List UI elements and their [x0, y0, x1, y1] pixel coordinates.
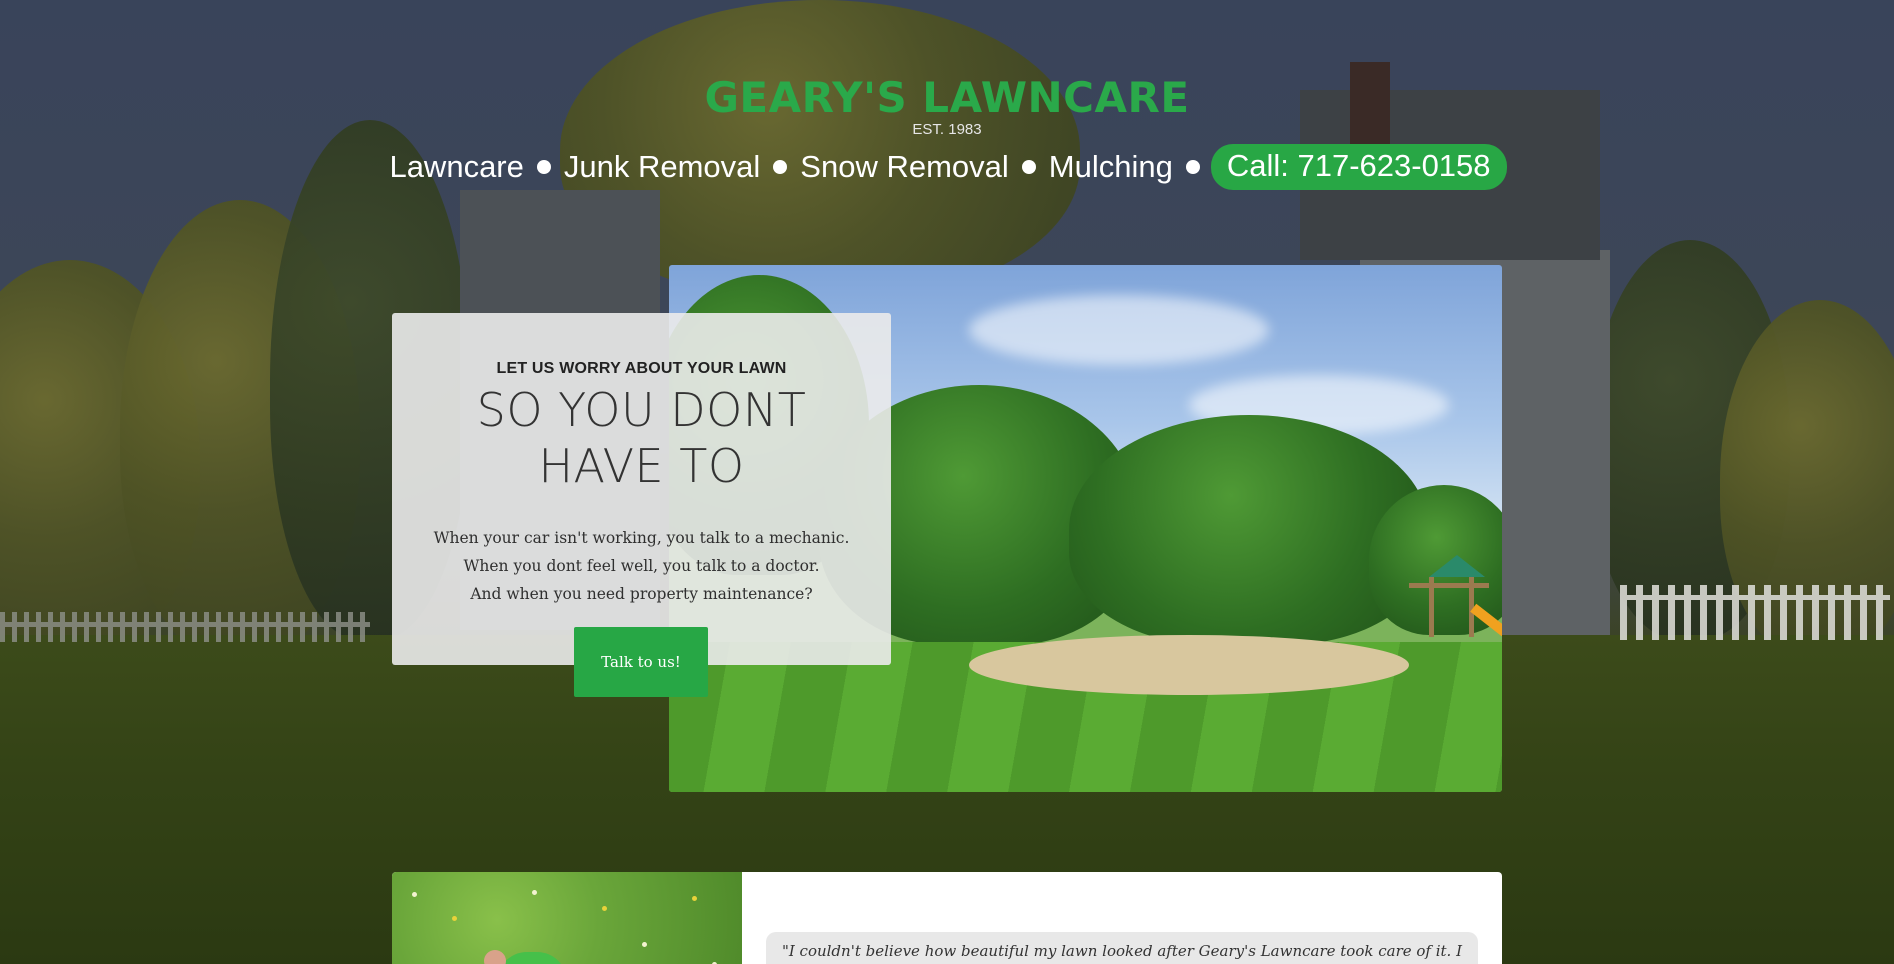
- hero-body-line: When you dont feel well, you talk to a d…: [463, 557, 820, 575]
- flower: [532, 890, 537, 895]
- hero-body-line: And when you need property maintenance?: [470, 585, 813, 603]
- hero-card: LET US WORRY ABOUT YOUR LAWN SO YOU DONT…: [392, 313, 891, 697]
- testimonial-quote: "I couldn't believe how beautiful my law…: [781, 942, 1463, 960]
- flower: [692, 896, 697, 901]
- testimonial-section: "I couldn't believe how beautiful my law…: [392, 872, 1502, 964]
- established-year: EST. 1983: [912, 121, 982, 138]
- photo-cloud: [969, 295, 1269, 365]
- fence: [1620, 585, 1890, 640]
- flower: [642, 942, 647, 947]
- site-header: GEARY'S LAWNCARE EST. 1983 Lawncare Junk…: [0, 72, 1894, 190]
- fence: [0, 612, 370, 642]
- mulch-bed: [969, 635, 1409, 695]
- hero-heading: SO YOU DONT HAVE TO: [476, 383, 807, 493]
- bullet-separator: [1185, 160, 1200, 174]
- nav-item-mulching[interactable]: Mulching: [1047, 149, 1175, 185]
- person-head: [484, 950, 506, 964]
- flower: [412, 892, 417, 897]
- hero-body-line: When your car isn't working, you talk to…: [433, 529, 850, 547]
- person: [497, 952, 567, 964]
- call-phone-button[interactable]: Call: 717-623-0158: [1210, 144, 1507, 190]
- talk-to-us-button[interactable]: Talk to us!: [574, 627, 708, 697]
- bullet-separator: [773, 160, 788, 174]
- nav-item-snow-removal[interactable]: Snow Removal: [798, 149, 1010, 185]
- testimonial-photo: [392, 872, 742, 964]
- nav-item-junk-removal[interactable]: Junk Removal: [562, 149, 762, 185]
- main-nav: Lawncare Junk Removal Snow Removal Mulch…: [0, 144, 1894, 190]
- hero-body: When your car isn't working, you talk to…: [392, 524, 891, 608]
- flower: [602, 906, 607, 911]
- bullet-separator: [536, 160, 551, 174]
- bullet-separator: [1021, 160, 1036, 174]
- nav-item-lawncare[interactable]: Lawncare: [387, 149, 525, 185]
- brand-title[interactable]: GEARY'S LAWNCARE: [0, 72, 1894, 124]
- hero-kicker: LET US WORRY ABOUT YOUR LAWN: [496, 360, 787, 377]
- testimonial-quote-box: "I couldn't believe how beautiful my law…: [766, 932, 1478, 964]
- flower: [452, 916, 457, 921]
